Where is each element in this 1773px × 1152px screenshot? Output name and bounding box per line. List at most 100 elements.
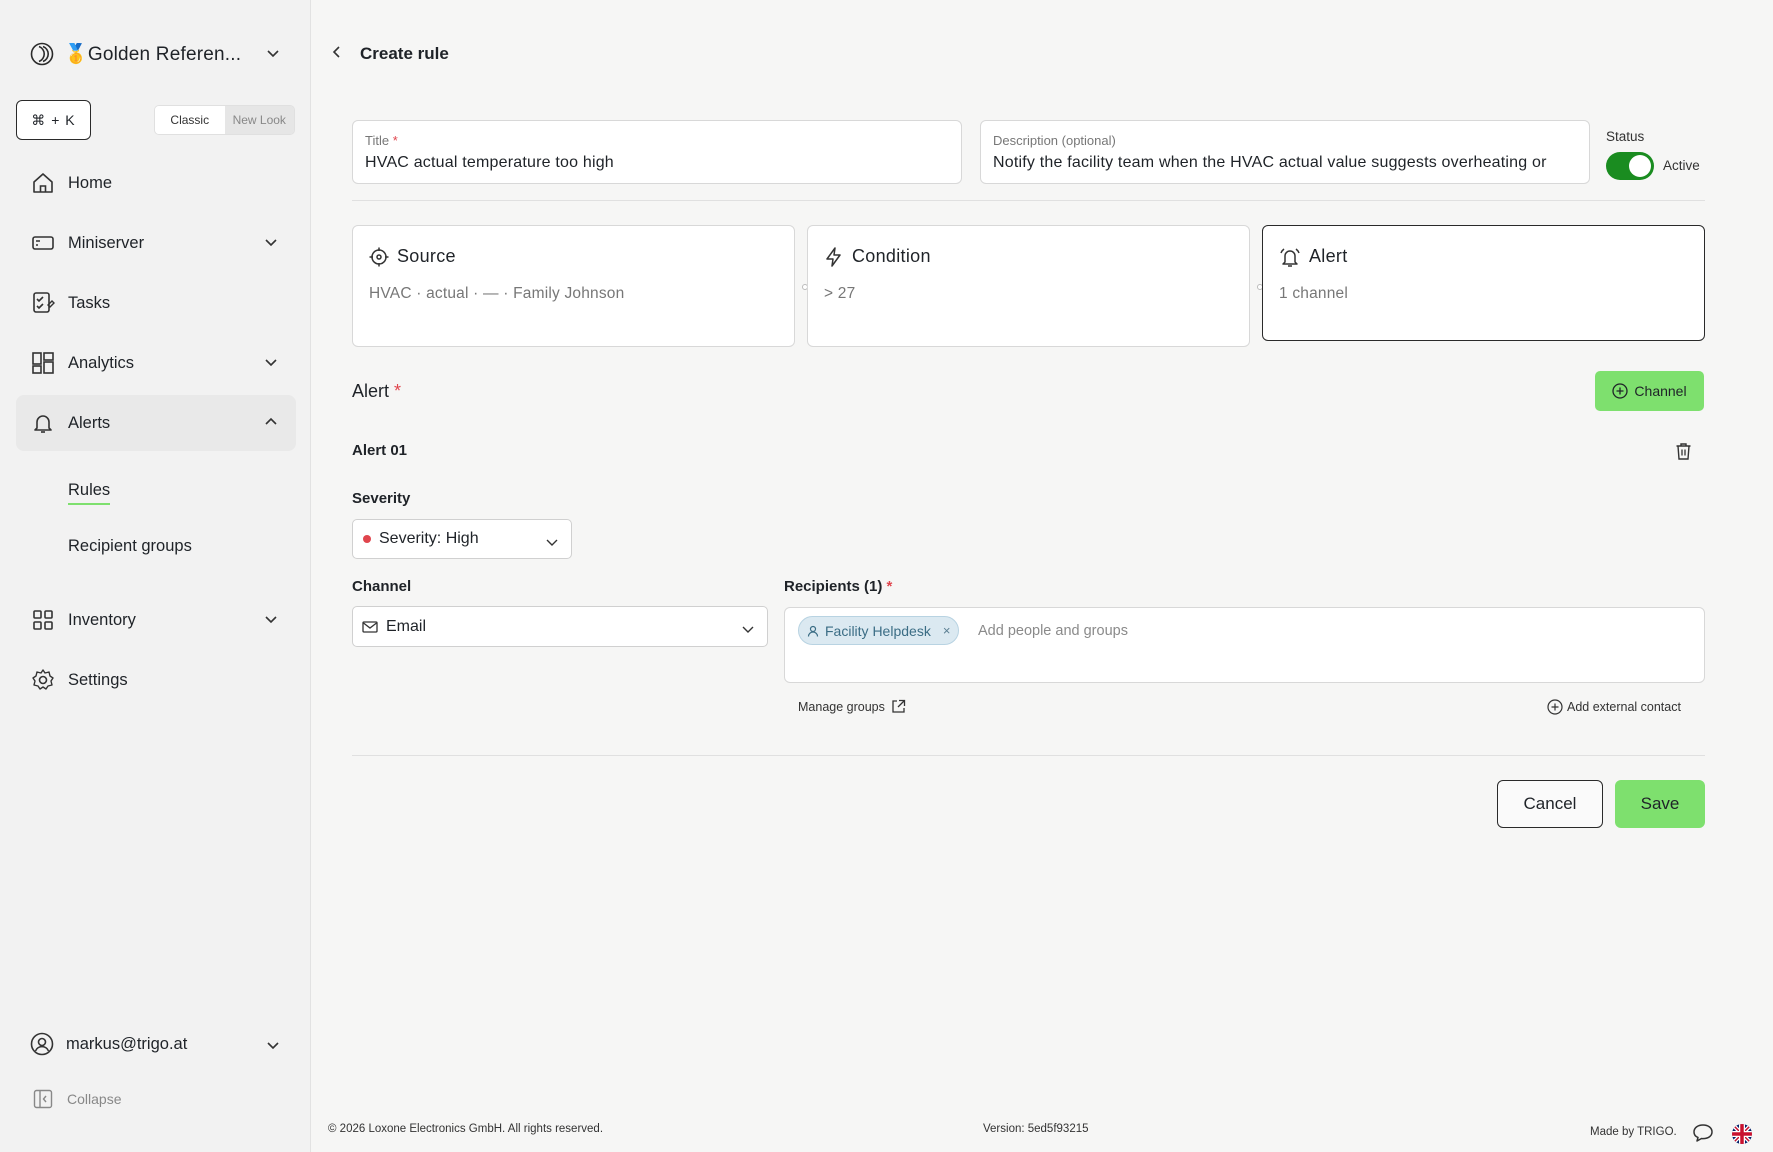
title-field-label: Title *: [365, 133, 398, 148]
look-new-option[interactable]: New Look: [224, 106, 294, 134]
step-card-alert[interactable]: Alert 1 channel: [1262, 225, 1705, 341]
chat-icon[interactable]: [1692, 1123, 1714, 1143]
sidebar-item-label: Tasks: [68, 293, 111, 312]
server-icon: [31, 231, 55, 255]
recipient-chip-label: Facility Helpdesk: [825, 622, 931, 639]
chevron-down-icon: [264, 612, 278, 626]
sidebar-item-label: Miniserver: [68, 233, 145, 252]
description-field[interactable]: Description (optional) Notify the facili…: [980, 120, 1590, 184]
crosshair-icon: [369, 247, 389, 267]
step-subtitle: 1 channel: [1279, 285, 1349, 302]
add-channel-button[interactable]: Channel: [1595, 371, 1704, 411]
user-menu[interactable]: markus@trigo.at: [30, 1029, 280, 1059]
step-subtitle: > 27: [824, 285, 856, 302]
chevron-down-icon: [264, 235, 278, 249]
add-external-contact-button[interactable]: Add external contact: [1547, 699, 1681, 715]
plus-circle-icon: [1612, 383, 1629, 399]
severity-label: Severity: [352, 490, 411, 507]
sidebar-subitem-rules[interactable]: Rules: [68, 481, 111, 505]
recipient-chip[interactable]: Facility Helpdesk ×: [798, 616, 960, 645]
divider: [352, 755, 1705, 756]
user-email: markus@trigo.at: [66, 1034, 188, 1053]
lightning-icon: [824, 246, 844, 267]
person-icon: [807, 625, 819, 637]
grid-icon: [31, 608, 55, 632]
user-avatar-icon: [30, 1032, 54, 1056]
plus-circle-icon: [1547, 699, 1563, 715]
save-button[interactable]: Save: [1615, 780, 1705, 828]
tasks-icon: [31, 291, 55, 315]
dashboard-icon: [31, 351, 55, 375]
sidebar-item-alerts[interactable]: Alerts: [16, 395, 296, 451]
description-field-label: Description (optional): [993, 133, 1116, 148]
mail-icon: [362, 620, 378, 634]
step-subtitle: HVAC · actual · — · Family Johnson: [369, 285, 625, 302]
chevron-up-icon: [264, 415, 278, 429]
footer-copyright: © 2026 Loxone Electronics GmbH. All righ…: [328, 1123, 604, 1135]
gear-icon: [31, 668, 55, 692]
sidebar-item-label: Home: [68, 173, 113, 192]
collapse-sidebar-button[interactable]: Collapse: [33, 1089, 121, 1109]
command-palette-button[interactable]: ⌘ + K: [16, 100, 91, 140]
sidebar-item-label: Analytics: [68, 353, 135, 372]
channel-value: Email: [386, 617, 427, 635]
recipients-input[interactable]: Add people and groups: [978, 623, 1128, 639]
look-toggle: Classic New Look: [154, 105, 295, 135]
chevron-down-icon: [264, 355, 278, 369]
status-toggle[interactable]: [1606, 152, 1654, 180]
sidebar-item-label: Settings: [68, 670, 128, 689]
chevron-down-icon: [266, 1038, 280, 1052]
trash-icon[interactable]: [1675, 442, 1692, 460]
chevron-down-icon: [545, 535, 559, 549]
sidebar-subitem-recipient-groups[interactable]: Recipient groups: [68, 537, 192, 556]
home-icon: [31, 171, 55, 195]
divider: [352, 200, 1705, 201]
step-title: Condition: [852, 246, 931, 266]
severity-select[interactable]: Severity: High: [352, 519, 572, 559]
sidebar-item-analytics[interactable]: Analytics: [16, 335, 296, 391]
step-title: Alert: [1309, 246, 1348, 266]
sidebar-item-inventory[interactable]: Inventory: [16, 592, 296, 648]
back-arrow-icon[interactable]: [330, 45, 344, 59]
close-icon[interactable]: ×: [943, 623, 951, 638]
severity-dot: [363, 535, 371, 543]
channel-label: Channel: [352, 578, 412, 595]
channel-select[interactable]: Email: [352, 606, 768, 647]
alert-section-title: Alert *: [352, 381, 402, 401]
sidebar-item-tasks[interactable]: Tasks: [16, 275, 296, 331]
external-link-icon: [891, 699, 906, 714]
workspace-logo-icon: [30, 42, 54, 66]
sidebar-item-label: Inventory: [68, 610, 136, 629]
manage-groups-label: Manage groups: [798, 699, 885, 714]
uk-flag-icon[interactable]: [1731, 1123, 1753, 1145]
step-card-condition[interactable]: Condition > 27: [807, 225, 1250, 347]
sidebar-item-settings[interactable]: Settings: [16, 652, 296, 708]
footer-made-by: Made by TRIGO.: [1590, 1126, 1677, 1138]
alarm-bell-icon: [1279, 247, 1301, 267]
title-field[interactable]: Title * HVAC actual temperature too high: [352, 120, 962, 184]
status-value: Active: [1663, 158, 1700, 173]
manage-groups-link[interactable]: Manage groups: [798, 699, 906, 714]
workspace-switcher[interactable]: 🥇Golden Referen...: [30, 38, 280, 70]
description-input[interactable]: Notify the facility team when the HVAC a…: [993, 154, 1577, 172]
chevron-down-icon: [266, 46, 280, 60]
step-title: Source: [397, 246, 456, 266]
sidebar-item-miniserver[interactable]: Miniserver: [16, 215, 296, 271]
title-input[interactable]: HVAC actual temperature too high: [365, 154, 949, 172]
chevron-down-icon: [741, 622, 755, 636]
recipients-field[interactable]: Facility Helpdesk × Add people and group…: [784, 607, 1705, 683]
cancel-button[interactable]: Cancel: [1497, 780, 1603, 828]
bell-icon: [31, 411, 55, 435]
alert-name: Alert 01: [352, 442, 408, 459]
sidebar-item-home[interactable]: Home: [16, 155, 296, 211]
sidebar-item-label: Alerts: [68, 413, 111, 432]
workspace-name: 🥇Golden Referen...: [64, 44, 242, 65]
sidebar: 🥇Golden Referen... ⌘ + K Classic New Loo…: [0, 0, 311, 1152]
status-label: Status: [1606, 129, 1645, 144]
sidebar-collapse-icon: [33, 1089, 53, 1109]
footer-version: Version: 5ed5f93215: [983, 1123, 1089, 1135]
add-channel-label: Channel: [1634, 383, 1687, 399]
step-card-source[interactable]: Source HVAC · actual · — · Family Johnso…: [352, 225, 795, 347]
add-external-contact-label: Add external contact: [1567, 700, 1681, 714]
look-classic-option[interactable]: Classic: [155, 106, 225, 134]
